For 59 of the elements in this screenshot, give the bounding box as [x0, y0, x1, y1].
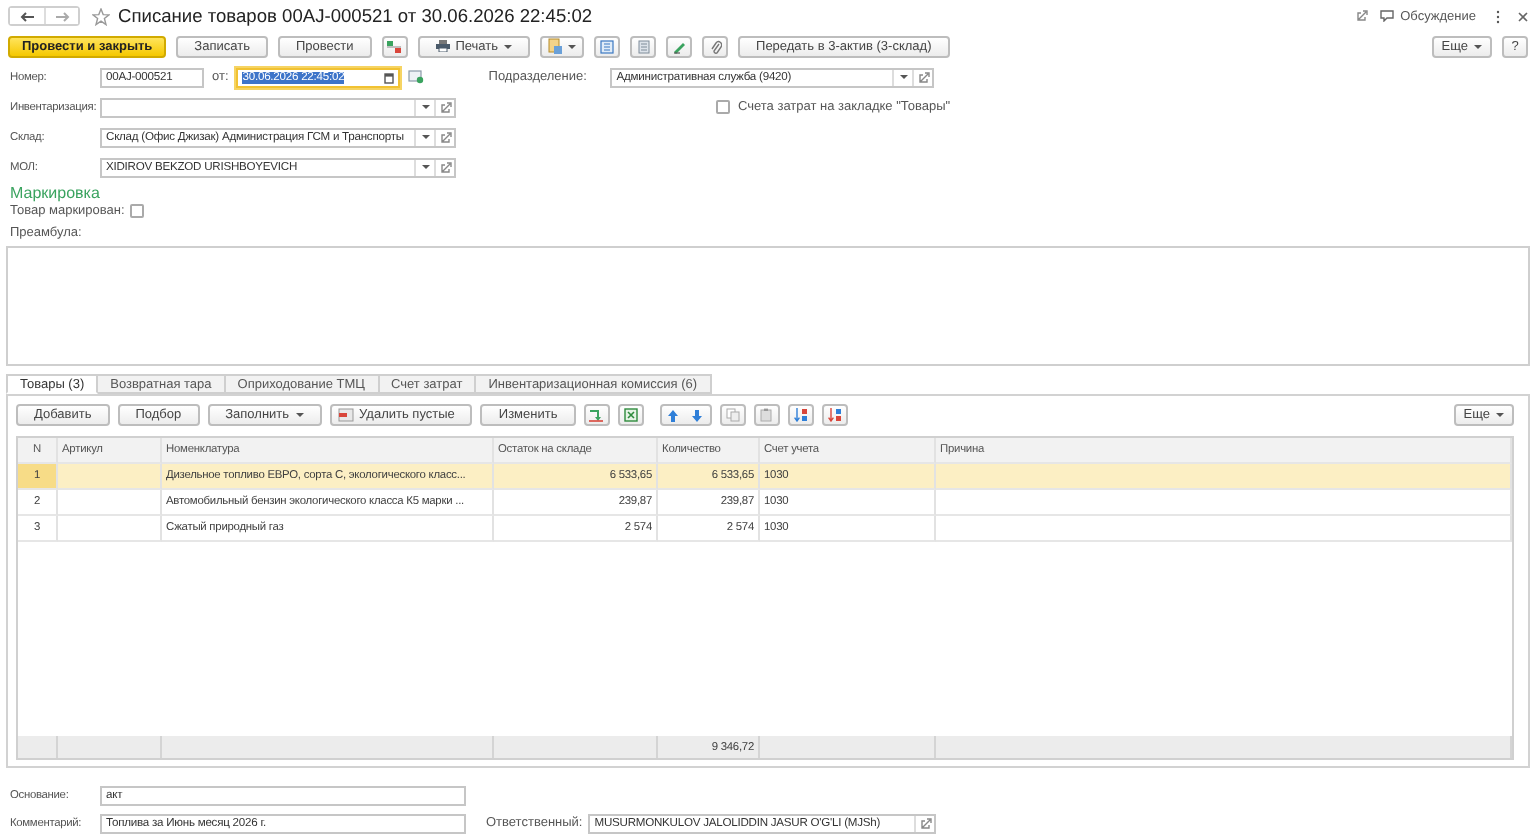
preamble-field[interactable] — [6, 246, 1530, 366]
link-icon — [1356, 10, 1369, 22]
list-icon — [637, 39, 650, 53]
calendar-button[interactable] — [408, 70, 425, 84]
copy-icon — [725, 408, 740, 422]
sort-icon — [827, 408, 842, 422]
spreadsheet-icon — [623, 408, 638, 422]
down-arrow-icon — [692, 409, 703, 421]
structure-icon — [600, 39, 615, 53]
caret-icon — [421, 164, 429, 170]
icon-button[interactable] — [381, 35, 408, 57]
link-icon — [439, 101, 451, 113]
icon-button[interactable] — [753, 404, 780, 426]
caret-icon — [421, 134, 429, 140]
caret-icon — [1474, 43, 1482, 49]
caret-icon — [295, 412, 304, 418]
link-icon — [919, 817, 932, 829]
chat-icon — [1380, 10, 1395, 22]
printer-icon — [435, 40, 450, 52]
link-icon — [439, 131, 451, 143]
link-icon — [439, 161, 451, 173]
caret-icon — [1496, 412, 1504, 418]
section-heading: Маркировка — [10, 184, 102, 202]
back-arrow-icon — [20, 11, 34, 21]
arrow-icon — [588, 408, 605, 422]
caret-icon — [568, 43, 577, 49]
icon-button[interactable] — [702, 35, 729, 57]
sort-icon — [793, 408, 808, 422]
icon-button[interactable] — [583, 404, 610, 426]
icon-button[interactable] — [787, 404, 814, 426]
icon-button[interactable] — [719, 404, 746, 426]
close-button[interactable] — [1518, 11, 1528, 21]
icon-menu-button[interactable] — [540, 35, 585, 57]
star-icon[interactable] — [92, 7, 110, 25]
clipboard-icon — [760, 408, 773, 422]
icon-button[interactable] — [666, 35, 693, 57]
icon-button[interactable] — [630, 35, 657, 57]
close-icon — [1518, 11, 1528, 21]
up-arrow-icon — [668, 409, 679, 421]
link-button[interactable] — [1356, 10, 1369, 22]
inventory-field[interactable] — [100, 97, 456, 117]
calendar-icon — [408, 70, 425, 84]
window-title: Списание товаров 00AJ-000521 от 30.06.2026 22:45:02 — [118, 6, 593, 26]
link-icon — [917, 71, 930, 83]
checkbox[interactable] — [130, 204, 145, 218]
ledger-icon — [386, 39, 403, 53]
caret-icon — [504, 43, 513, 49]
icon-button[interactable] — [617, 404, 644, 426]
icon-button[interactable] — [594, 35, 621, 57]
caret-icon — [421, 104, 429, 110]
caret-icon — [899, 74, 908, 80]
pen-icon — [672, 39, 687, 53]
document-icon — [548, 38, 563, 54]
delete-rows-icon — [337, 408, 354, 422]
checkbox[interactable] — [716, 100, 730, 114]
calendar-icon — [384, 71, 395, 83]
forward-arrow-icon — [55, 11, 69, 21]
paperclip-icon — [709, 39, 722, 53]
icon-button[interactable] — [821, 404, 848, 426]
